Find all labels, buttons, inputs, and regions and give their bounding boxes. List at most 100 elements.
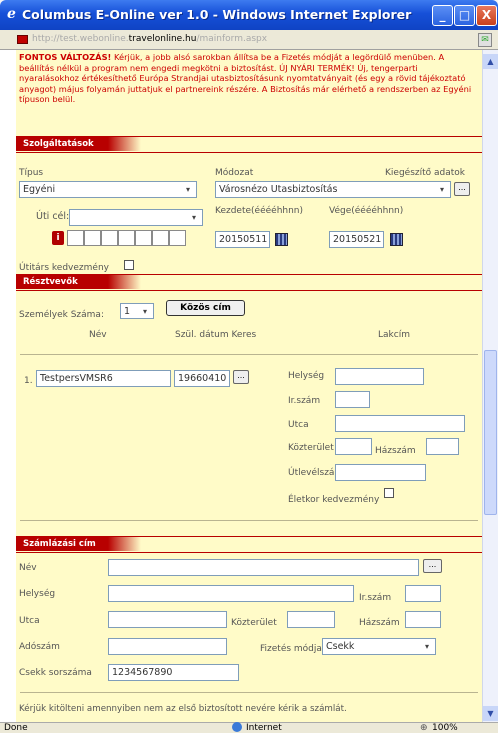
favicon-icon xyxy=(17,35,28,44)
chevron-down-icon: ▾ xyxy=(420,640,434,653)
code-segment-4[interactable] xyxy=(118,230,135,246)
scroll-thumb[interactable] xyxy=(484,350,497,515)
left-margin xyxy=(0,50,16,727)
code-segment-2[interactable] xyxy=(84,230,101,246)
title-bar: e Columbus E-Online ver 1.0 - Windows In… xyxy=(0,0,498,30)
scroll-down-icon[interactable]: ▼ xyxy=(483,706,498,721)
uticel-select[interactable]: ▾ xyxy=(69,209,203,226)
code-segment-6[interactable] xyxy=(152,230,169,246)
vertical-scrollbar[interactable]: ▲ ▼ xyxy=(482,50,498,727)
irszam-label: Ir.szám xyxy=(288,396,321,406)
col-birth: Szül. dátum Keres xyxy=(175,330,257,340)
modozat-label: Módozat xyxy=(215,168,254,178)
kiegeszito-label: Kiegészítő adatok xyxy=(385,168,465,178)
chevron-down-icon: ▾ xyxy=(138,305,152,318)
hazszam-input[interactable] xyxy=(426,438,459,455)
csekk-input[interactable]: 1234567890 xyxy=(108,664,239,681)
chevron-down-icon: ▾ xyxy=(181,183,195,196)
utlevelszam-input[interactable] xyxy=(335,464,426,481)
section-header-billing: Számlázási cím xyxy=(16,536,482,551)
kezdete-label: Kezdete(ééééhhnn) xyxy=(215,206,304,216)
tipus-label: Típus xyxy=(19,168,44,178)
vege-input[interactable]: 20150521 xyxy=(329,231,384,248)
irszam-input[interactable] xyxy=(335,391,370,408)
maximize-button[interactable]: □ xyxy=(454,5,475,26)
modozat-select[interactable]: Városnézo Utasbiztosítás ▾ xyxy=(215,181,451,198)
scroll-up-icon[interactable]: ▲ xyxy=(483,54,498,69)
billing-hazszam-input[interactable] xyxy=(405,611,441,628)
utitars-checkbox[interactable] xyxy=(124,260,134,270)
adoszam-input[interactable] xyxy=(108,638,227,655)
ie-logo-icon: e xyxy=(7,6,16,22)
billing-utca-label: Utca xyxy=(19,616,40,626)
billing-footer-note: Kérjük kitölteni amennyiben nem az első … xyxy=(19,704,347,714)
status-bar: Done Internet ⊕ 100% xyxy=(0,722,498,733)
url-text[interactable]: http://test.webonline.travelonline.hu/ma… xyxy=(32,34,267,44)
section-header-participants: Résztvevők xyxy=(16,274,482,289)
billing-helyseg-label: Helység xyxy=(19,589,56,599)
billing-kozterulet-label: Közterület xyxy=(231,618,277,628)
billing-utca-input[interactable] xyxy=(108,611,227,628)
csekk-label: Csekk sorszáma xyxy=(19,668,92,678)
divider xyxy=(16,290,482,291)
kezdete-input[interactable]: 20150511 xyxy=(215,231,270,248)
billing-name-label: Név xyxy=(19,563,37,573)
code-segment-7[interactable] xyxy=(169,230,186,246)
fizetes-select[interactable]: Csekk ▾ xyxy=(322,638,436,655)
kiegeszito-button[interactable]: ... xyxy=(454,182,470,196)
participant-name-input[interactable]: TestpersVMSR6 xyxy=(36,370,171,387)
notice-text: FONTOS VÁLTOZÁS! Kérjük, a jobb alsó sar… xyxy=(19,52,472,105)
code-segment-5[interactable] xyxy=(135,230,152,246)
persons-count-select[interactable]: 1 ▾ xyxy=(120,303,154,319)
fizetes-label: Fizetés módja xyxy=(260,644,322,654)
search-button[interactable]: ... xyxy=(233,370,249,384)
common-address-button[interactable]: Közös cím xyxy=(166,300,245,316)
divider xyxy=(16,552,482,553)
utca-label: Utca xyxy=(288,420,309,430)
eletkor-label: Életkor kedvezmény xyxy=(288,495,380,505)
utitars-label: Útitárs kedvezmény xyxy=(19,263,109,273)
col-name: Név xyxy=(89,330,107,340)
col-address: Lakcím xyxy=(378,330,410,340)
chevron-down-icon: ▾ xyxy=(187,211,201,224)
code-segment-3[interactable] xyxy=(101,230,118,246)
participant-birth-input[interactable]: 19660410 xyxy=(174,370,230,387)
feed-icon[interactable]: ✉ xyxy=(478,33,492,47)
zoom-icon[interactable]: ⊕ xyxy=(420,723,428,733)
helyseg-input[interactable] xyxy=(335,368,424,385)
billing-kozterulet-input[interactable] xyxy=(287,611,335,628)
divider xyxy=(20,520,478,521)
divider xyxy=(16,152,482,153)
chevron-down-icon: ▾ xyxy=(435,183,449,196)
page-content: FONTOS VÁLTOZÁS! Kérjük, a jobb alsó sar… xyxy=(16,50,482,727)
section-header-services: Szolgáltatások xyxy=(16,136,482,151)
billing-irszam-label: Ir.szám xyxy=(359,593,392,603)
calendar-icon[interactable] xyxy=(275,233,288,246)
kozterulet-input[interactable] xyxy=(335,438,372,455)
info-icon[interactable]: i xyxy=(52,231,64,245)
calendar-icon[interactable] xyxy=(390,233,403,246)
zoom-level[interactable]: 100% xyxy=(432,723,458,733)
billing-irszam-input[interactable] xyxy=(405,585,441,602)
utca-input[interactable] xyxy=(335,415,465,432)
close-button[interactable]: X xyxy=(476,5,497,26)
row-index: 1. xyxy=(24,376,33,386)
billing-hazszam-label: Házszám xyxy=(359,618,400,628)
divider xyxy=(20,354,478,355)
eletkor-checkbox[interactable] xyxy=(384,488,394,498)
tipus-select[interactable]: Egyéni ▾ xyxy=(19,181,197,198)
hazszam-label: Házszám xyxy=(375,446,416,456)
status-text: Done xyxy=(4,723,28,733)
minimize-button[interactable]: _ xyxy=(432,5,453,26)
code-segment-1[interactable] xyxy=(67,230,84,246)
vege-label: Vége(ééééhhnn) xyxy=(329,206,404,216)
zone-text: Internet xyxy=(246,723,282,733)
persons-count-label: Személyek Száma: xyxy=(19,310,104,320)
kozterulet-label: Közterület xyxy=(288,443,334,453)
globe-icon xyxy=(232,722,242,732)
address-bar[interactable]: http://test.webonline.travelonline.hu/ma… xyxy=(0,30,498,50)
billing-helyseg-input[interactable] xyxy=(108,585,354,602)
billing-name-button[interactable]: ... xyxy=(423,559,442,573)
billing-name-input[interactable] xyxy=(108,559,419,576)
window-title: Columbus E-Online ver 1.0 - Windows Inte… xyxy=(22,7,412,22)
